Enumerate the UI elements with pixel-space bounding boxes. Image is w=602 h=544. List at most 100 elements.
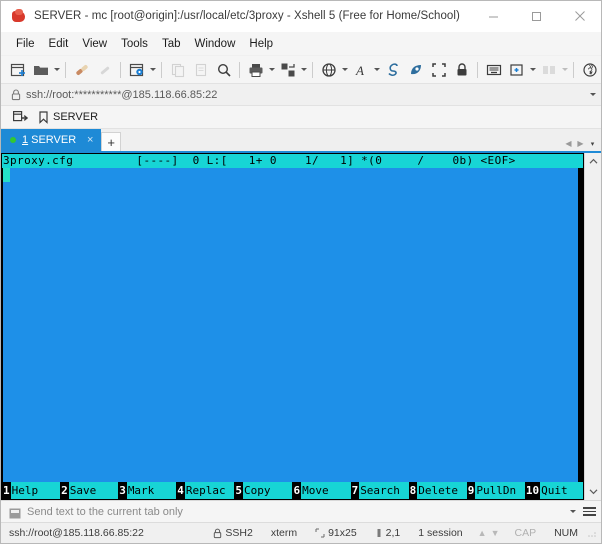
window-controls [472,1,601,32]
connect-icon[interactable] [71,59,92,81]
paste-icon [190,59,211,81]
status-connection: ssh://root@185.118.66.85:22 [9,527,144,539]
tab-server[interactable]: 1 SERVER × [1,129,102,151]
bookmark-bar: SERVER [1,106,601,129]
bookmark-icon [39,110,48,124]
status-terminal-type: xterm [270,527,298,539]
arrange-icon [538,59,559,81]
resize-grip[interactable] [587,528,597,538]
fkey-replace[interactable]: 4 Replac [176,482,235,499]
send-text-input[interactable]: Send text to the current tab only [27,506,565,518]
toolbar-overflow-label: » [588,61,594,71]
add-tab-icon[interactable] [506,59,527,81]
fkey-label: Delete [417,482,467,499]
keyboard-icon[interactable] [483,59,504,81]
globe-caret-icon[interactable] [340,59,349,81]
menu-help[interactable]: Help [242,35,280,53]
toolbar-separator [65,61,66,78]
fkey-copy[interactable]: 5 Copy [234,482,293,499]
fkey-save[interactable]: 2 Save [60,482,119,499]
menu-tab[interactable]: Tab [155,35,188,53]
tab-close-icon[interactable]: × [85,134,95,146]
font-icon[interactable]: A [350,59,371,81]
new-tab-button[interactable]: + [101,132,122,151]
svg-text:A: A [355,63,364,78]
tab-bar: 1 SERVER × + ◀ ▶ ▾ [1,129,601,151]
fkey-number: 5 [234,482,243,499]
terminal-screen[interactable]: 3proxy.cfg [----] 0 L:[ 1+ 0 1/ 1] *(0 /… [1,153,584,500]
scroll-up-icon[interactable] [585,153,601,170]
fkey-number: 3 [118,482,127,499]
minimize-button[interactable] [472,1,515,32]
menu-file[interactable]: File [9,35,42,53]
find-icon[interactable] [213,59,234,81]
vertical-scrollbar[interactable] [584,153,601,500]
lock-icon[interactable] [451,59,472,81]
fkey-delete[interactable]: 8 Delete [408,482,467,499]
resize-icon [315,528,325,538]
fkey-number: 6 [292,482,302,499]
fkey-help[interactable]: 1 Help [2,482,61,499]
properties-caret-icon[interactable] [148,59,157,81]
toolbar-separator [312,61,313,78]
fkey-mark[interactable]: 3 Mark [118,482,177,499]
download-arrow-icon: ▼ [490,528,500,538]
mc-edit-area[interactable] [3,168,578,482]
bookmark-item-server[interactable]: SERVER [34,110,102,125]
fkey-number: 8 [408,482,418,499]
new-session-icon[interactable] [7,59,28,81]
fkey-number: 10 [524,482,541,499]
fkey-label: Mark [126,482,177,499]
font-caret-icon[interactable] [372,59,381,81]
add-tab-caret-icon[interactable] [528,59,537,81]
scrollbar-track[interactable] [585,170,601,483]
fkey-number: 7 [350,482,360,499]
status-size: 91x25 [306,527,366,539]
lock-icon [9,88,22,101]
tab-next-icon[interactable]: ▶ [576,139,585,148]
send-text-bar[interactable]: Send text to the current tab only [1,500,601,522]
status-bar: ssh://root@185.118.66.85:22 SSH2 xterm 9… [1,522,601,543]
clear-screen-icon[interactable] [382,59,403,81]
properties-icon[interactable] [126,59,147,81]
fullscreen-icon[interactable] [428,59,449,81]
send-text-dropdown-icon[interactable] [565,510,581,513]
send-text-icon [9,506,21,519]
open-folder-icon[interactable] [30,59,51,81]
globe-icon[interactable] [318,59,339,81]
tab-list-icon[interactable]: ▾ [588,140,597,148]
transfer-caret-icon[interactable] [299,59,308,81]
window-title: SERVER - mc [root@origin]:/usr/local/etc… [34,10,460,22]
fkey-label: PullDn [475,482,525,499]
menu-tools[interactable]: Tools [114,35,155,53]
transfer-icon[interactable] [277,59,298,81]
fkey-label: Save [68,482,119,499]
close-button[interactable] [558,1,601,32]
send-text-menu-icon[interactable] [581,507,601,516]
mc-status-line: 3proxy.cfg [----] 0 L:[ 1+ 0 1/ 1] *(0 /… [2,154,583,168]
open-session-icon[interactable] [9,109,32,125]
scroll-down-icon[interactable] [585,483,601,500]
menu-window[interactable]: Window [187,35,242,53]
menu-view[interactable]: View [75,35,114,53]
fkey-search[interactable]: 7 Search [350,482,409,499]
compose-bar-icon[interactable] [405,59,426,81]
toolbar-overflow-button[interactable]: » ▾ [584,56,598,84]
address-input[interactable]: ssh://root:***********@185.118.66.85:22 [26,89,585,101]
tab-label: SERVER [31,134,77,146]
menu-edit[interactable]: Edit [42,35,76,53]
tab-prev-icon[interactable]: ◀ [564,139,573,148]
open-folder-caret-icon[interactable] [52,59,61,81]
fkey-label: Help [10,482,61,499]
address-dropdown-icon[interactable] [585,93,601,96]
status-sessions: 1 session [418,527,463,539]
print-icon[interactable] [245,59,266,81]
bookmark-label: SERVER [53,111,99,123]
fkey-quit[interactable]: 10 Quit [524,482,583,499]
print-caret-icon[interactable] [267,59,276,81]
maximize-button[interactable] [515,1,558,32]
fkey-pulldn[interactable]: 9 PullDn [466,482,525,499]
status-caps: CAP [514,527,537,539]
fkey-move[interactable]: 6 Move [292,482,351,499]
address-bar[interactable]: ssh://root:***********@185.118.66.85:22 [1,84,601,106]
